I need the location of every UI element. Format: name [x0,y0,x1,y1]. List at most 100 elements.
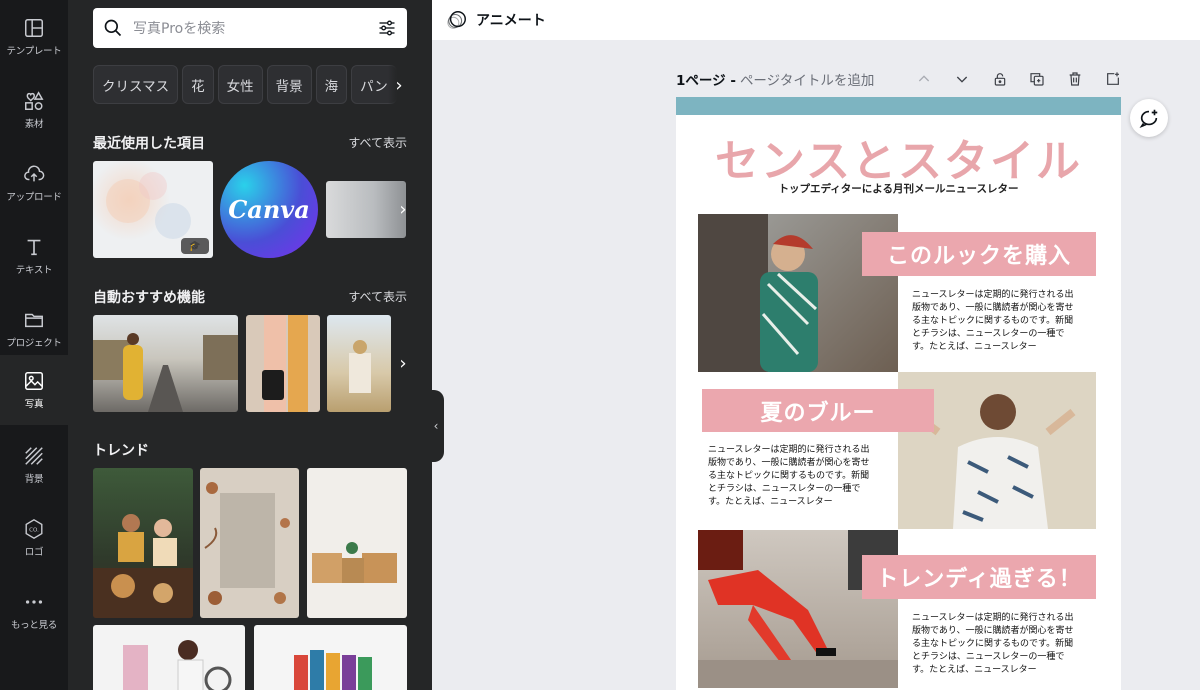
body-line: とチラシは、ニュースレターの一種で [708,484,861,494]
rail-label: プロジェクト [6,337,62,349]
svg-text:CO.: CO. [29,527,39,533]
body-line: ニュースレターは定期的に発行される出 [912,613,1074,623]
chip[interactable]: 背景 [266,65,312,104]
auto-see-all-link[interactable]: すべて表示 [348,288,407,305]
newsletter-title[interactable]: センスとスタイル [676,125,1121,189]
recent-thumb-watercolor[interactable]: 🎓 [93,161,213,258]
chip[interactable]: 花 [182,65,214,104]
search-placeholder: 写真Proを検索 [133,21,226,37]
collapse-panel-handle[interactable]: ‹ [428,390,444,462]
dinner-photo-art [93,514,193,618]
body-line: ニュースレターは定期的に発行される出 [912,290,1074,300]
page-title-input[interactable]: ページタイトルを追加 [740,69,874,89]
trend-thumb-clothes[interactable] [93,625,245,690]
scarf-photo-art [262,315,308,412]
rail-label: 素材 [24,118,44,130]
rail-item-upload[interactable]: アップロード [0,146,68,219]
trend-thumb-boxes[interactable] [307,468,407,618]
label-too-trendy[interactable]: トレンディ過ぎる！ [862,555,1096,599]
rail-label: 背景 [24,473,44,485]
label-summer-blue[interactable]: 夏のブルー [702,389,934,432]
body-line: る主なトピックに関するものです。新聞 [708,471,870,481]
clothes-photo-art [123,640,232,690]
trendy-photo-art [698,530,898,688]
lock-icon[interactable] [992,71,1008,87]
animate-button[interactable]: アニメート [476,10,546,30]
chevron-right-icon[interactable]: › [392,189,414,229]
more-icon [25,599,43,604]
template-icon [25,18,43,37]
rail-label: テンプレート [6,45,62,57]
body-line: 版物であり、一般に購読者が関心を寄せ [912,303,1074,313]
rail-item-template[interactable]: テンプレート [0,0,68,73]
chip[interactable]: クリスマス [93,65,179,104]
body-text-2[interactable]: ニュースレターは定期的に発行される出 版物であり、一般に購読者が関心を寄せ る主… [708,444,898,509]
rail-label: アップロード [6,191,62,203]
duplicate-icon[interactable] [1029,71,1045,87]
elements-icon [25,90,44,110]
body-line: ニュースレターは定期的に発行される出 [708,445,870,455]
photo-thumb-scarf[interactable] [246,315,320,412]
canva-logo-thumb[interactable]: Canva [220,161,318,258]
chevron-right-icon[interactable]: › [388,65,410,105]
trend-thumb-dried-flowers[interactable] [200,468,299,618]
label-buy-this-look[interactable]: このルックを購入 [862,232,1096,276]
rail-label: 写真 [24,399,44,410]
dried-flowers-art [204,482,290,605]
search-icon [104,19,122,37]
add-page-icon[interactable] [1105,71,1121,87]
body-text-1[interactable]: ニュースレターは定期的に発行される出 版物であり、一般に購読者が関心を寄せ る主… [912,289,1102,354]
chevron-right-icon[interactable]: › [392,343,414,383]
filter-icon[interactable] [377,18,397,38]
trend-title: トレンド [93,443,149,459]
animate-icon[interactable] [446,9,468,31]
background-icon [25,446,43,465]
category-chips: クリスマス花女性 背景海パン [93,65,407,105]
rail-label: もっと見る [10,619,57,631]
rail-item-logo[interactable]: CO. ロゴ [0,501,68,574]
rail-item-background[interactable]: 背景 [0,428,68,501]
body-line: る主なトピックに関するものです。新聞 [912,639,1074,649]
trend-thumb-group[interactable] [254,625,407,690]
body-text-3[interactable]: ニュースレターは定期的に発行される出 版物であり、一般に購読者が関心を寄せ る主… [912,612,1102,677]
photos-panel: 写真Proを検索 クリスマス花女性 背景海パン › 最近使用した項目 すべて表示 … [68,0,432,690]
top-color-band [676,97,1121,115]
design-page[interactable]: センスとスタイル トップエディターによる月刊メールニュースレター このルックを購… [676,97,1121,690]
page-tools [916,68,1121,90]
rail-item-photos[interactable]: 写真 [0,355,68,425]
chevron-down-icon[interactable] [954,71,970,87]
search-input[interactable]: 写真Proを検索 [93,8,407,48]
trash-icon[interactable] [1067,71,1083,87]
photo-trendy[interactable] [698,530,898,688]
group-photo-art [294,650,372,690]
upload-icon [24,164,45,181]
body-line: す。たとえば、ニュースレター [912,665,1037,675]
newsletter-subtitle[interactable]: トップエディターによる月刊メールニュースレター [676,181,1121,196]
folder-icon [25,313,43,327]
page-number: 1ページ - [676,73,736,89]
graduation-cap-icon: 🎓 [181,238,209,254]
rail-item-more[interactable]: もっと見る [0,574,68,647]
comment-add-icon [1139,109,1158,129]
body-line: 版物であり、一般に購読者が関心を寄せ [912,626,1074,636]
rail-label: ロゴ [24,546,44,558]
rail-item-elements[interactable]: 素材 [0,73,68,146]
recent-see-all-link[interactable]: すべて表示 [348,134,407,151]
photo-thumb-street[interactable] [93,315,238,412]
photo-thumb-field[interactable] [327,315,391,412]
chip[interactable]: 女性 [217,65,263,104]
trend-thumb-dinner[interactable] [93,468,193,618]
canva-logo-text: Canva [228,195,310,224]
add-comment-button[interactable] [1130,99,1168,137]
field-photo-art [349,340,371,393]
auto-title: 自動おすすめ機能 [93,290,205,306]
body-line: とチラシは、ニュースレターの一種で [912,652,1065,662]
body-line: す。たとえば、ニュースレター [708,497,833,507]
chevron-up-icon[interactable] [916,71,932,87]
chip[interactable]: 海 [315,65,348,104]
boxes-photo-art [312,542,397,583]
rail-item-text[interactable]: テキスト [0,219,68,292]
photo-icon [25,372,43,390]
left-rail: テンプレート 素材 アップロード テキスト プロジェクト 写真 背景 CO. ロ… [0,0,68,690]
body-line: す。たとえば、ニュースレター [912,342,1037,352]
